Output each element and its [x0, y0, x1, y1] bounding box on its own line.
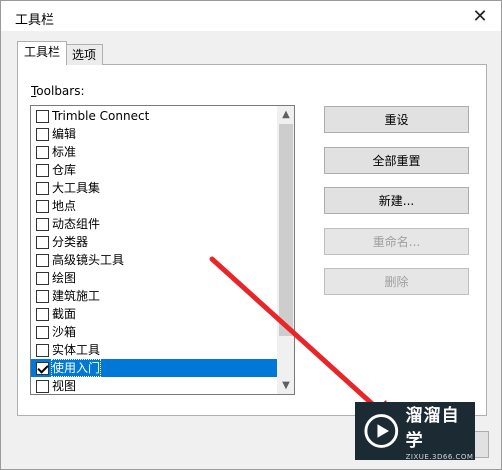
list-item[interactable]: 编辑 — [31, 125, 277, 143]
toolbar-checkbox[interactable] — [36, 343, 49, 357]
list-scrollbar[interactable]: ▲ ▼ — [277, 106, 294, 394]
list-item[interactable]: 仓库 — [31, 161, 277, 179]
title-bar: 工具栏 ✕ — [1, 1, 501, 31]
toolbar-checkbox[interactable] — [36, 289, 49, 303]
watermark-subtitle: ZIXUE.3D66.COM — [405, 453, 474, 461]
toolbar-checkbox[interactable] — [36, 145, 49, 159]
list-item[interactable]: 大工具集 — [31, 179, 277, 197]
play-logo-icon — [364, 414, 399, 448]
toolbar-item-label: 使用入门 — [50, 359, 102, 377]
list-item[interactable]: 绘图 — [31, 269, 277, 287]
scroll-down-icon[interactable]: ▼ — [277, 377, 294, 394]
list-item[interactable]: 实体工具 — [31, 341, 277, 359]
toolbars-label-rest: oolbars: — [36, 84, 85, 98]
list-item[interactable]: 截面 — [31, 305, 277, 323]
toolbar-item-label: 动态组件 — [52, 217, 101, 231]
toolbar-checkbox[interactable] — [36, 325, 49, 339]
scrollbar-thumb[interactable] — [279, 124, 293, 336]
toolbar-item-label: 视图 — [52, 379, 77, 393]
toolbars-dialog: 工具栏 ✕ 工具栏 选项 Toolbars: Trimble Connect 编辑… — [0, 0, 502, 470]
list-item[interactable]: 分类器 — [31, 233, 277, 251]
delete-button[interactable]: 删除 — [324, 268, 469, 295]
toolbar-item-label: 编辑 — [52, 127, 77, 141]
list-item[interactable]: 沙箱 — [31, 323, 277, 341]
toolbars-listbox[interactable]: Trimble Connect 编辑标准仓库大工具集地点动态组件分类器高级镜头工具… — [30, 105, 295, 395]
list-item[interactable]: 标准 — [31, 143, 277, 161]
toolbar-item-label: 高级镜头工具 — [52, 253, 125, 267]
toolbar-checkbox[interactable] — [36, 109, 49, 123]
toolbar-checkbox[interactable] — [36, 127, 49, 141]
window-title: 工具栏 — [15, 13, 55, 28]
toolbar-item-label: 仓库 — [52, 163, 77, 177]
tab-options[interactable]: 选项 — [65, 44, 104, 65]
list-item[interactable]: 视图 — [31, 377, 277, 394]
tab-options-label: 选项 — [72, 48, 97, 62]
toolbar-checkbox[interactable] — [36, 199, 49, 213]
list-item[interactable]: 地点 — [31, 197, 277, 215]
toolbars-list-label: Toolbars: — [31, 84, 85, 98]
toolbar-checkbox[interactable] — [36, 217, 49, 231]
toolbar-checkbox[interactable] — [36, 271, 49, 285]
toolbar-item-label: 地点 — [52, 199, 77, 213]
list-item[interactable]: Trimble Connect — [31, 107, 277, 125]
watermark-badge: 溜溜自学 ZIXUE.3D66.COM — [355, 402, 475, 461]
reset-button[interactable]: 重设 — [324, 106, 469, 133]
toolbar-item-label: Trimble Connect — [52, 109, 150, 123]
toolbar-checkbox[interactable] — [36, 307, 49, 321]
toolbar-checkbox[interactable] — [36, 181, 49, 195]
new-button[interactable]: 新建... — [324, 187, 469, 214]
close-icon[interactable]: ✕ — [463, 3, 497, 29]
list-item[interactable]: 建筑施工 — [31, 287, 277, 305]
rename-button[interactable]: 重命名... — [324, 228, 469, 255]
toolbar-checkbox[interactable] — [36, 379, 49, 393]
watermark-title: 溜溜自学 — [405, 406, 460, 451]
tab-toolbars[interactable]: 工具栏 — [17, 41, 68, 65]
list-item[interactable]: 高级镜头工具 — [31, 251, 277, 269]
toolbar-checkbox[interactable] — [36, 235, 49, 249]
toolbar-checkbox[interactable] — [36, 253, 49, 267]
list-item[interactable]: 动态组件 — [31, 215, 277, 233]
toolbar-item-label: 实体工具 — [52, 343, 101, 357]
toolbar-item-label: 大工具集 — [52, 181, 101, 195]
reset-all-button[interactable]: 全部重置 — [324, 147, 469, 174]
toolbar-item-label: 分类器 — [52, 235, 89, 249]
toolbar-checkbox[interactable] — [36, 163, 49, 177]
toolbar-item-label: 绘图 — [52, 271, 77, 285]
list-item[interactable]: 使用入门 — [31, 359, 277, 377]
tab-toolbars-label: 工具栏 — [24, 45, 61, 59]
toolbar-checkbox[interactable] — [36, 361, 49, 375]
scroll-up-icon[interactable]: ▲ — [277, 106, 294, 123]
toolbar-item-label: 截面 — [52, 307, 77, 321]
toolbar-item-label: 沙箱 — [52, 325, 77, 339]
toolbar-item-label: 建筑施工 — [52, 289, 101, 303]
toolbar-item-label: 标准 — [52, 145, 77, 159]
toolbars-list-items: Trimble Connect 编辑标准仓库大工具集地点动态组件分类器高级镜头工具… — [31, 107, 277, 394]
